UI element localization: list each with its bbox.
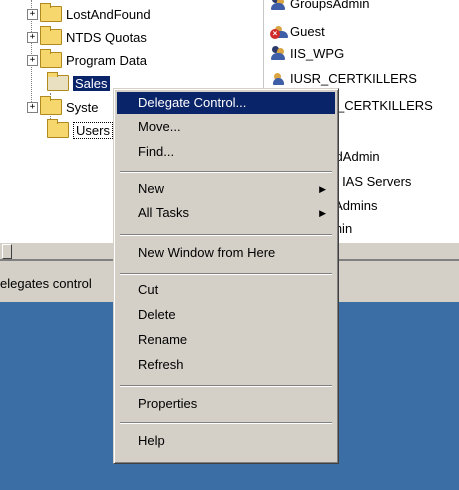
menu-item-label: New [138, 181, 165, 196]
menu-item-label: Move... [138, 119, 181, 134]
tree-item-ntds-quotas[interactable]: + NTDS Quotas [27, 26, 147, 48]
menu-item-delegate-control[interactable]: Delegate Control... [117, 92, 335, 114]
list-item-label: _CERTKILLERS [337, 97, 433, 113]
list-item-label: IIS_WPG [290, 45, 345, 61]
group-icon [270, 45, 286, 61]
list-item-label: IUSR_CERTKILLERS [290, 70, 417, 86]
scrollbar-thumb[interactable] [2, 244, 12, 259]
menu-item-new[interactable]: New ▶ [117, 178, 335, 200]
status-text: elegates control [0, 276, 92, 291]
folder-icon [40, 3, 62, 22]
menu-item-label: Find... [138, 144, 175, 159]
menu-item-cut[interactable]: Cut [117, 279, 335, 301]
list-item[interactable]: _CERTKILLERS [337, 94, 433, 116]
tree-item-label: NTDS Quotas [66, 29, 147, 45]
menu-item-all-tasks[interactable]: All Tasks ▶ [117, 202, 335, 224]
menu-separator [120, 385, 332, 387]
menu-item-delete[interactable]: Delete [117, 304, 335, 326]
menu-item-find[interactable]: Find... [117, 141, 335, 163]
menu-item-label: Cut [138, 282, 159, 297]
folder-icon [40, 26, 62, 45]
menu-separator [120, 422, 332, 424]
expand-icon[interactable]: + [27, 31, 38, 43]
user-icon [270, 70, 286, 86]
folder-icon [47, 119, 69, 138]
context-menu: Delegate Control... Move... Find... New … [113, 88, 339, 464]
menu-item-label: Help [138, 433, 165, 448]
ou-folder-icon [47, 72, 69, 91]
menu-separator [120, 171, 332, 173]
tree-item-label: Program Data [66, 52, 147, 68]
list-item[interactable]: × Guest [270, 20, 325, 42]
folder-icon [40, 96, 62, 115]
menu-separator [120, 273, 332, 275]
tree-item-sales[interactable]: Sales [47, 72, 110, 94]
list-item[interactable]: IIS_WPG [270, 42, 344, 64]
menu-item-properties[interactable]: Properties [117, 393, 335, 415]
list-item[interactable]: IUSR_CERTKILLERS [270, 67, 417, 89]
menu-item-new-window[interactable]: New Window from Here [117, 242, 335, 264]
list-item-label: Guest [290, 23, 325, 39]
list-item[interactable]: GroupsAdmin [270, 0, 369, 14]
menu-item-move[interactable]: Move... [117, 116, 335, 138]
expand-icon[interactable]: + [27, 101, 38, 113]
tree-item-label: Syste [66, 99, 99, 115]
tree-item-users[interactable]: Users [47, 119, 113, 141]
menu-item-label: Delegate Control... [138, 95, 247, 110]
disabled-user-icon: × [270, 23, 288, 39]
menu-item-label: New Window from Here [138, 245, 276, 260]
menu-separator [120, 234, 332, 236]
menu-item-help[interactable]: Help [117, 430, 335, 452]
submenu-arrow-icon: ▶ [319, 184, 326, 194]
tree-item-system[interactable]: + Syste [27, 96, 99, 118]
tree-item-label: Users [73, 121, 113, 139]
menu-item-label: Rename [138, 332, 188, 347]
menu-item-label: All Tasks [138, 205, 190, 220]
tree-item-label: LostAndFound [66, 6, 151, 22]
list-item-label: GroupsAdmin [290, 0, 370, 11]
expand-icon[interactable]: + [27, 8, 38, 20]
expand-icon[interactable]: + [27, 54, 38, 66]
tree-item-lostandfound[interactable]: + LostAndFound [27, 3, 151, 25]
group-icon [270, 0, 286, 11]
menu-item-label: Refresh [138, 357, 184, 372]
menu-item-rename[interactable]: Rename [117, 329, 335, 351]
menu-item-label: Delete [138, 307, 176, 322]
tree-item-label: Sales [73, 75, 110, 91]
menu-item-refresh[interactable]: Refresh [117, 354, 335, 376]
tree-item-program-data[interactable]: + Program Data [27, 49, 147, 71]
submenu-arrow-icon: ▶ [319, 208, 326, 218]
folder-icon [40, 49, 62, 68]
menu-item-label: Properties [138, 396, 198, 411]
